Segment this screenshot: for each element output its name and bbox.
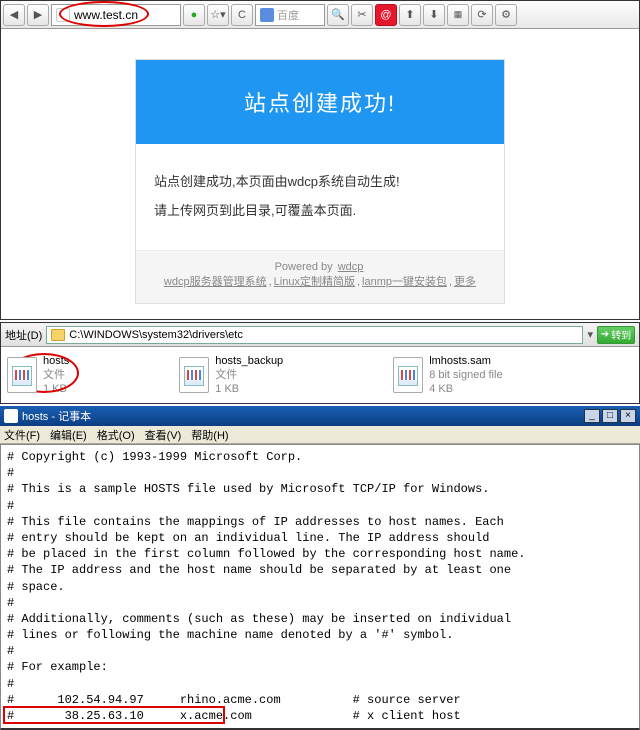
body-line-2: 请上传网页到此目录,可覆盖本页面.	[154, 201, 486, 222]
menu-edit[interactable]: 编辑(E)	[50, 427, 87, 443]
ext-button-2[interactable]: ⬇	[423, 4, 445, 26]
menu-file[interactable]: 文件(F)	[4, 427, 40, 443]
wdcp-card: 站点创建成功! 站点创建成功,本页面由wdcp系统自动生成! 请上传网页到此目录…	[135, 59, 505, 304]
file-size: 4 KB	[429, 382, 502, 396]
address-label: 地址(D)	[5, 327, 42, 343]
explorer-address-bar: 地址(D) C:\WINDOWS\system32\drivers\etc ▾ …	[1, 323, 639, 347]
page-content: 站点创建成功! 站点创建成功,本页面由wdcp系统自动生成! 请上传网页到此目录…	[1, 29, 639, 319]
settings-icon[interactable]: ⚙	[495, 4, 517, 26]
apps-icon[interactable]: ▦	[447, 4, 469, 26]
file-type: 8 bit signed file	[429, 368, 502, 382]
file-list: hosts 文件 1 KB hosts_backup 文件 1 KB lmhos…	[1, 347, 639, 403]
menu-format[interactable]: 格式(O)	[97, 427, 135, 443]
folder-icon	[51, 329, 65, 341]
explorer-path-input[interactable]: C:\WINDOWS\system32\drivers\etc	[46, 326, 583, 344]
file-name: lmhosts.sam	[429, 354, 502, 368]
explorer-window: 地址(D) C:\WINDOWS\system32\drivers\etc ▾ …	[0, 322, 640, 404]
go-button[interactable]: ➔转到	[597, 326, 635, 344]
url-text: www.test.cn	[74, 8, 138, 22]
search-placeholder: 百度	[277, 7, 299, 23]
powered-by-pre: Powered by	[275, 261, 336, 273]
menu-help[interactable]: 帮助(H)	[191, 427, 228, 443]
search-icon[interactable]: 🔍	[327, 4, 349, 26]
notepad-window: hosts - 记事本 _ □ × 文件(F) 编辑(E) 格式(O) 查看(V…	[0, 406, 640, 730]
favorite-button[interactable]: ☆▾	[207, 4, 229, 26]
card-body: 站点创建成功,本页面由wdcp系统自动生成! 请上传网页到此目录,可覆盖本页面.	[136, 144, 504, 250]
foot-link-4[interactable]: 更多	[454, 276, 476, 288]
notepad-icon	[4, 409, 18, 423]
search-engine-icon	[260, 8, 274, 22]
editor-body[interactable]: # Copyright (c) 1993-1999 Microsoft Corp…	[0, 444, 640, 730]
file-icon	[7, 357, 37, 393]
window-title: hosts - 记事本	[22, 408, 91, 424]
foot-link-2[interactable]: Linux定制精简版	[274, 276, 355, 288]
file-icon	[393, 357, 423, 393]
file-name: hosts	[43, 354, 69, 368]
file-type: 文件	[215, 368, 283, 382]
file-name: hosts_backup	[215, 354, 283, 368]
menu-view[interactable]: 查看(V)	[145, 427, 182, 443]
refresh-button[interactable]: C	[231, 4, 253, 26]
menu-bar: 文件(F) 编辑(E) 格式(O) 查看(V) 帮助(H)	[0, 426, 640, 444]
body-line-1: 站点创建成功,本页面由wdcp系统自动生成!	[154, 172, 486, 193]
browser-window: ◀ ▶ www.test.cn ● ☆▾ C 百度 🔍 ✂ @ ⬆ ⬇ ▦ ⟳ …	[0, 0, 640, 320]
ext-button-1[interactable]: ⬆	[399, 4, 421, 26]
close-button[interactable]: ×	[620, 409, 636, 423]
forward-button[interactable]: ▶	[27, 4, 49, 26]
file-item-hosts[interactable]: hosts 文件 1 KB	[7, 354, 69, 397]
path-dropdown-icon[interactable]: ▾	[587, 328, 593, 341]
ext-button-3[interactable]: ⟳	[471, 4, 493, 26]
file-item-hosts-backup[interactable]: hosts_backup 文件 1 KB	[179, 354, 283, 397]
search-box[interactable]: 百度	[255, 4, 325, 26]
title-bar[interactable]: hosts - 记事本 _ □ ×	[0, 406, 640, 426]
minimize-button[interactable]: _	[584, 409, 600, 423]
path-text: C:\WINDOWS\system32\drivers\etc	[69, 329, 243, 341]
back-button[interactable]: ◀	[3, 4, 25, 26]
scissors-icon[interactable]: ✂	[351, 4, 373, 26]
foot-link-1[interactable]: wdcp服务器管理系统	[164, 276, 267, 288]
file-icon	[179, 357, 209, 393]
file-item-lmhosts[interactable]: lmhosts.sam 8 bit signed file 4 KB	[393, 354, 502, 397]
address-bar[interactable]: www.test.cn	[51, 4, 181, 26]
site-icon	[56, 8, 70, 22]
weibo-icon[interactable]: @	[375, 4, 397, 26]
file-size: 1 KB	[43, 382, 69, 396]
wdcp-link[interactable]: wdcp	[338, 261, 364, 273]
file-size: 1 KB	[215, 382, 283, 396]
status-icon[interactable]: ●	[183, 4, 205, 26]
maximize-button[interactable]: □	[602, 409, 618, 423]
banner-title: 站点创建成功!	[136, 60, 504, 144]
file-type: 文件	[43, 368, 69, 382]
browser-toolbar: ◀ ▶ www.test.cn ● ☆▾ C 百度 🔍 ✂ @ ⬆ ⬇ ▦ ⟳ …	[1, 1, 639, 29]
card-footer: Powered by wdcp wdcp服务器管理系统,Linux定制精简版,l…	[136, 250, 504, 303]
foot-link-3[interactable]: lanmp一键安装包	[362, 276, 447, 288]
editor-text: # Copyright (c) 1993-1999 Microsoft Corp…	[7, 450, 525, 730]
